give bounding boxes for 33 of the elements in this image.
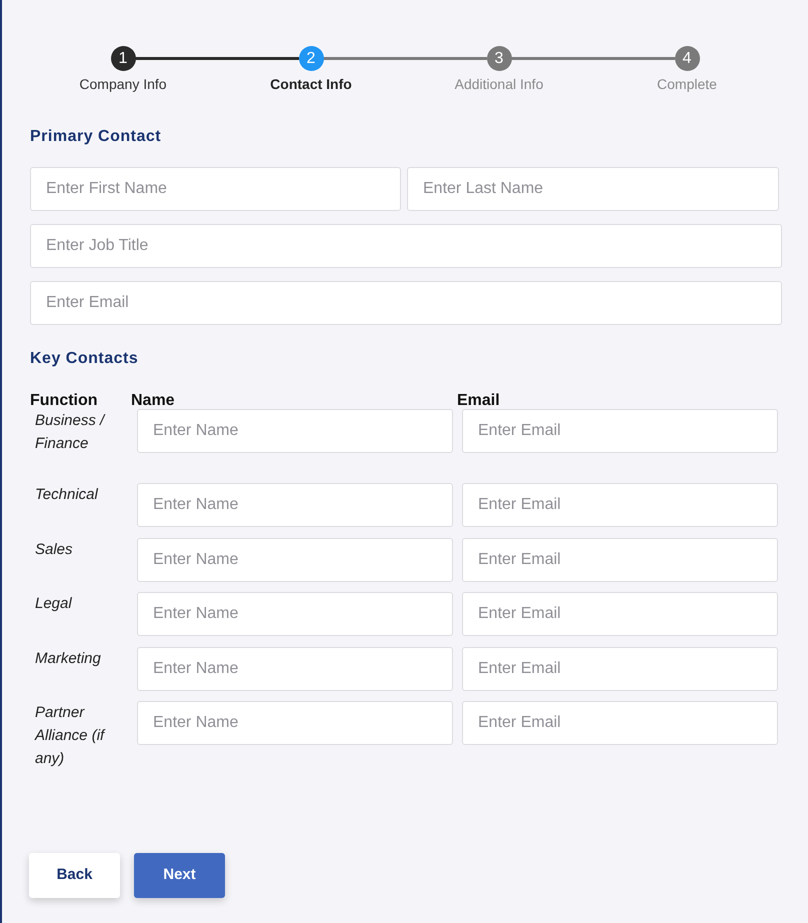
function-label: Marketing <box>35 648 102 668</box>
email-field[interactable]: Enter Email <box>462 646 778 690</box>
function-label: Partner Alliance (if any) <box>35 703 106 769</box>
email-field[interactable]: Enter Email <box>462 538 778 582</box>
step-label: Additional Info <box>454 75 544 93</box>
step-label: Complete <box>657 75 717 93</box>
back-button[interactable]: Back <box>29 853 120 898</box>
section-heading: Key Contacts <box>30 349 140 369</box>
email-field[interactable]: Enter Email <box>462 409 778 453</box>
step-label: Company Info <box>79 75 167 93</box>
name-field[interactable]: Enter Name <box>137 483 453 527</box>
name-field[interactable]: Enter Name <box>137 701 453 745</box>
first-name-field[interactable]: Enter First Name <box>30 167 401 211</box>
column-header: Function <box>30 391 99 411</box>
function-label: Business / Finance <box>35 411 106 454</box>
email-field[interactable]: Enter Email <box>462 483 778 527</box>
step-label: Contact Info <box>270 75 352 93</box>
column-header: Email <box>457 391 500 411</box>
name-field[interactable]: Enter Name <box>137 646 453 690</box>
next-button[interactable]: Next <box>134 853 225 898</box>
function-label: Sales <box>35 540 74 560</box>
name-field[interactable]: Enter Name <box>137 409 453 453</box>
email-field[interactable]: Enter Email <box>462 701 778 745</box>
name-field[interactable]: Enter Name <box>137 592 453 636</box>
last-name-field[interactable]: Enter Last Name <box>407 167 779 211</box>
email-field[interactable]: Enter Email <box>462 592 778 636</box>
name-field[interactable]: Enter Name <box>137 538 453 582</box>
column-header: Name <box>131 391 176 411</box>
email-field[interactable]: Enter Email <box>30 281 782 325</box>
job-title-field[interactable]: Enter Job Title <box>30 224 782 268</box>
section-heading: Primary Contact <box>30 127 162 147</box>
function-label: Technical <box>35 485 100 505</box>
function-label: Legal <box>35 594 73 614</box>
